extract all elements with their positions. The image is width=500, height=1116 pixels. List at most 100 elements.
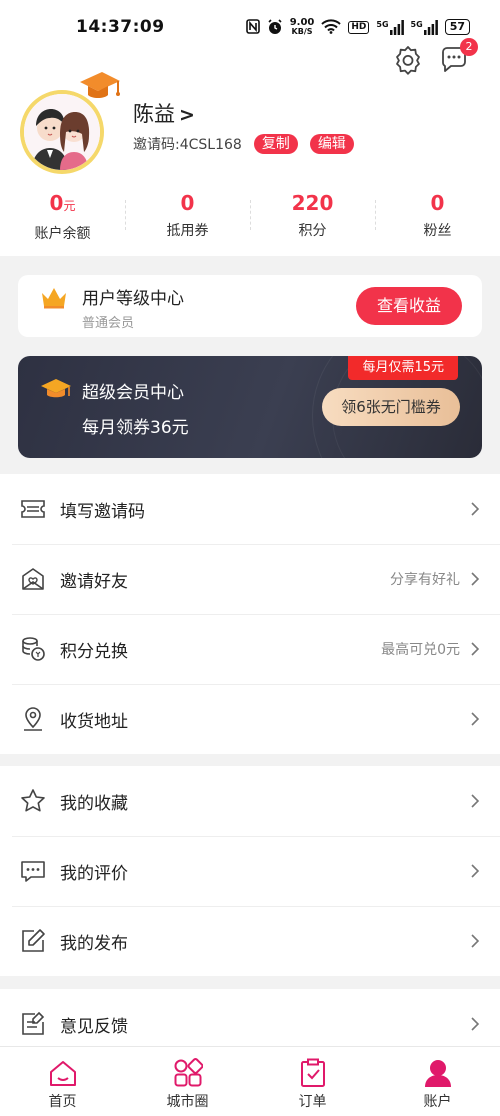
stat-label: 抵用券 [166, 223, 209, 239]
star-icon [20, 788, 46, 814]
vip-subtitle: 每月领券36元 [82, 418, 189, 438]
graduation-cap-icon [80, 72, 120, 98]
tab-label: 账户 [423, 1094, 452, 1110]
vip-title: 超级会员中心 [82, 383, 184, 403]
menu-item-shipping-address[interactable]: 收货地址 [0, 684, 500, 754]
stat-label: 粉丝 [423, 223, 452, 239]
header-actions: 2 [392, 38, 478, 76]
super-vip-card[interactable]: 超级会员中心 每月领券36元 每月仅需15元 领6张无门槛券 [18, 356, 482, 458]
ticket-icon [20, 496, 46, 522]
invite-code-text: 邀请码:4CSL168 [133, 137, 242, 153]
menu-item-my-posts[interactable]: 我的发布 [0, 906, 500, 976]
stat-fans[interactable]: 0 粉丝 [375, 190, 500, 250]
menu-group-3: 意见反馈 [0, 989, 500, 1046]
tab-home[interactable]: 首页 [0, 1047, 125, 1116]
alarm-icon [267, 19, 283, 35]
copy-button[interactable]: 复制 [253, 134, 298, 154]
menu-group-1: 填写邀请码 邀请好友 分享有好礼 积分兑换 最高可兑0元 收货地址 [0, 474, 500, 754]
chevron-right-icon [471, 642, 480, 656]
menu-item-invite-code[interactable]: 填写邀请码 [0, 474, 500, 544]
graduation-cap-icon [41, 379, 71, 398]
menu-item-label: 收货地址 [60, 711, 128, 732]
nfc-icon [245, 19, 260, 35]
home-icon [49, 1061, 76, 1086]
hd-icon: HD [348, 20, 370, 34]
signal-bars-icon [423, 19, 438, 35]
chevron-right-icon [471, 1017, 480, 1031]
vip-price-tag: 每月仅需15元 [348, 356, 458, 380]
battery-indicator: 57 [444, 19, 470, 35]
menu-item-label: 积分兑换 [60, 641, 128, 662]
crown-icon [42, 288, 66, 309]
user-name-arrow: > [179, 104, 195, 126]
status-icons: 9.00 KB/S HD 5G 5G 57 [245, 18, 470, 36]
net-speed-unit: KB/S [291, 27, 313, 36]
chevron-right-icon [471, 794, 480, 808]
stat-value: 0 [430, 191, 445, 215]
menu-item-reviews[interactable]: 我的评价 [0, 836, 500, 906]
invite-envelope-icon [20, 566, 46, 592]
menu-group-2: 我的收藏 我的评价 我的发布 [0, 766, 500, 976]
stat-label: 积分 [298, 223, 327, 239]
menu-item-label: 我的评价 [60, 863, 128, 884]
chevron-right-icon [471, 502, 480, 516]
message-badge: 2 [460, 38, 478, 56]
menu-item-extra: 分享有好礼 [390, 572, 460, 588]
messages-button[interactable]: 2 [438, 38, 478, 76]
user-level-card[interactable]: 用户等级中心 普通会员 查看收益 [18, 275, 482, 337]
user-name[interactable]: 陈益 > [133, 98, 195, 128]
stat-value: 0 [180, 191, 195, 215]
comment-icon [20, 858, 46, 884]
stat-label: 账户余额 [34, 226, 91, 242]
menu-item-favorites[interactable]: 我的收藏 [0, 766, 500, 836]
signal-1: 5G [376, 19, 404, 35]
chevron-right-icon [471, 712, 480, 726]
wifi-icon [321, 19, 342, 35]
edit-note-icon [20, 928, 46, 954]
menu-item-label: 我的发布 [60, 933, 128, 954]
view-earnings-button[interactable]: 查看收益 [356, 287, 462, 325]
stat-points[interactable]: 220 积分 [250, 190, 375, 250]
stat-balance[interactable]: 0元 账户余额 [0, 190, 125, 250]
user-name-text: 陈益 [133, 102, 175, 126]
bottom-tab-bar: 首页 城市圈 订单 账户 [0, 1046, 500, 1116]
chevron-right-icon [471, 572, 480, 586]
user-icon [424, 1060, 451, 1087]
signal-bars-icon [389, 19, 404, 35]
menu-item-points-exchange[interactable]: 积分兑换 最高可兑0元 [0, 614, 500, 684]
coins-icon [20, 636, 46, 662]
status-time: 14:37:09 [76, 17, 165, 37]
net-speed: 9.00 KB/S [290, 18, 315, 36]
tab-orders[interactable]: 订单 [250, 1047, 375, 1116]
edit-button[interactable]: 编辑 [309, 134, 354, 154]
chevron-right-icon [471, 934, 480, 948]
stat-coupons[interactable]: 0 抵用券 [125, 190, 250, 250]
menu-item-label: 意见反馈 [60, 1016, 128, 1037]
settings-button[interactable] [392, 44, 424, 76]
tab-label: 首页 [48, 1094, 77, 1110]
menu-item-feedback[interactable]: 意见反馈 [0, 989, 500, 1046]
avatar-wrap[interactable] [20, 72, 120, 174]
signal-1-label: 5G [376, 19, 389, 29]
signal-2-label: 5G [410, 19, 423, 29]
menu-item-invite-friends[interactable]: 邀请好友 分享有好礼 [0, 544, 500, 614]
gear-icon [396, 46, 420, 75]
avatar-couple-illustration [24, 94, 100, 170]
tab-account[interactable]: 账户 [375, 1047, 500, 1116]
clipboard-check-icon [300, 1058, 325, 1087]
tab-city-circle[interactable]: 城市圈 [125, 1047, 250, 1116]
invite-code-row: 邀请码:4CSL168 复制 编辑 [133, 134, 354, 154]
tab-label: 订单 [298, 1094, 327, 1110]
location-pin-icon [20, 706, 46, 732]
level-subtitle: 普通会员 [82, 316, 135, 331]
tab-label: 城市圈 [166, 1094, 209, 1110]
menu-item-extra: 最高可兑0元 [381, 642, 460, 658]
grid-icon [174, 1058, 203, 1087]
stat-value: 0 [49, 191, 64, 215]
menu-item-label: 我的收藏 [60, 793, 128, 814]
stat-value: 220 [291, 191, 334, 215]
feedback-icon [20, 1011, 46, 1037]
claim-coupons-button[interactable]: 领6张无门槛券 [322, 388, 460, 426]
stats-row: 0元 账户余额 0 抵用券 220 积分 0 粉丝 [0, 190, 500, 250]
stat-unit: 元 [63, 199, 76, 213]
